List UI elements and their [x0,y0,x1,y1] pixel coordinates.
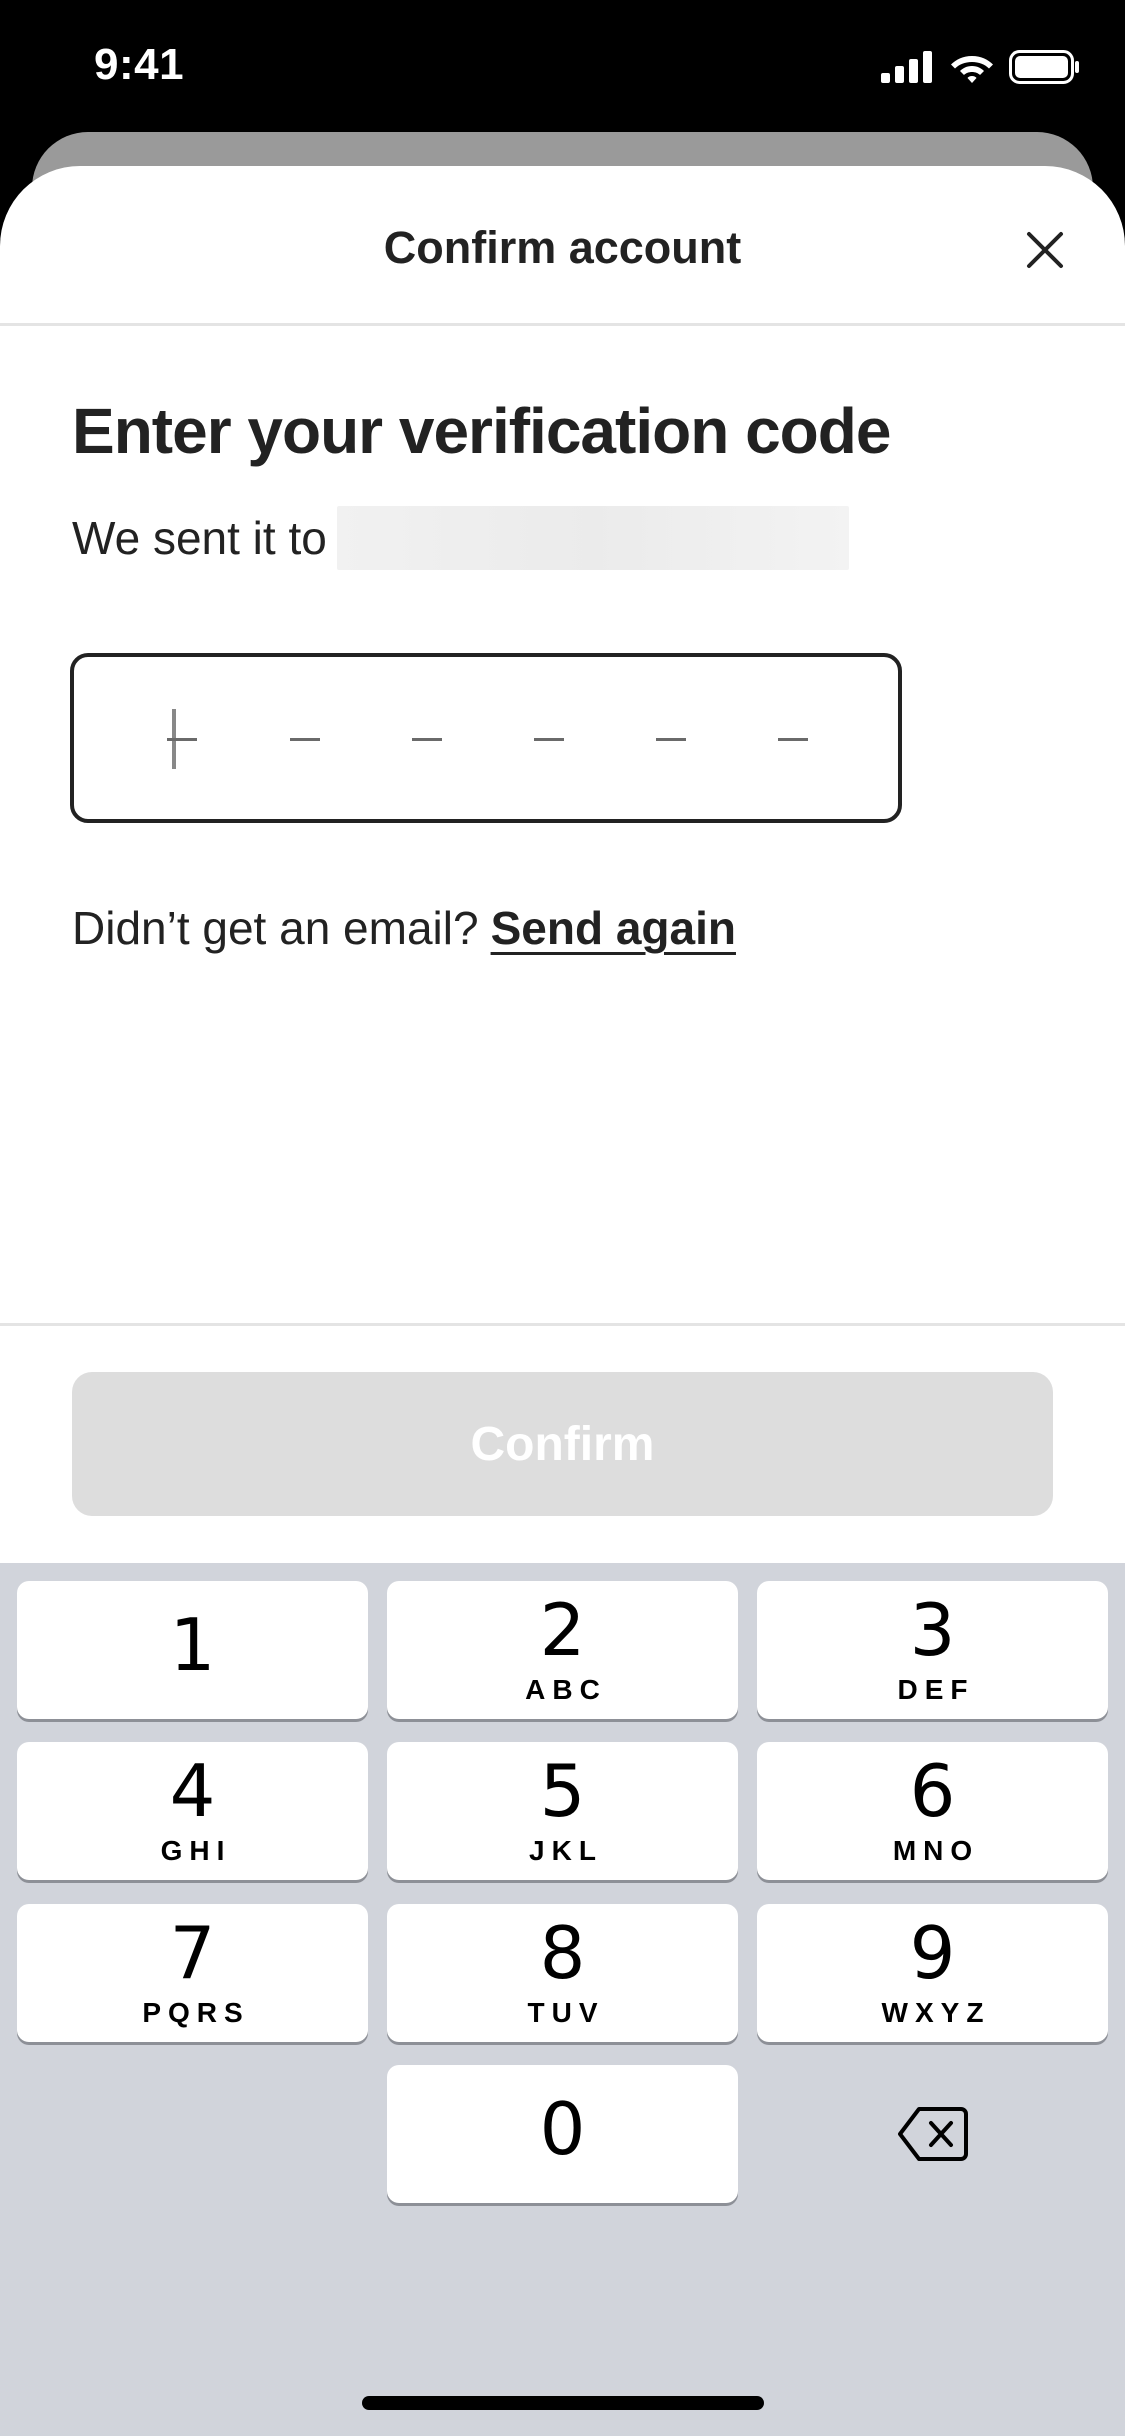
key-digit: 5 [539,1749,586,1833]
key-digit: 8 [539,1911,586,1995]
sheet-title: Confirm account [383,222,742,273]
resend-prompt: Didn’t get an email? [72,902,479,954]
numeric-keypad: 1 2 ABC 3 DEF 4 GHI 5 JKL 6 MNO 7 PQRS 8… [0,1563,1125,2436]
code-digit-slot [534,738,564,741]
key-letters: GHI [160,1835,232,1866]
sent-to-label: We sent it to [72,512,327,564]
delete-key[interactable] [757,2065,1108,2203]
key-8[interactable]: 8 TUV [387,1904,738,2042]
page-heading: Enter your verification code [72,395,891,467]
key-letters: PQRS [142,1997,250,2028]
footer-divider [0,1323,1125,1326]
sent-to-row: We sent it to [72,506,849,570]
key-digit: 1 [169,1603,216,1687]
redacted-email [336,506,849,570]
key-letters: DEF [897,1674,975,1705]
key-letters: TUV [527,1997,605,2028]
key-letters: WXYZ [881,1997,991,2028]
code-digit-slot [167,738,197,741]
key-5[interactable]: 5 JKL [387,1742,738,1880]
key-2[interactable]: 2 ABC [387,1581,738,1719]
verification-code-input[interactable] [70,653,902,823]
key-digit: 2 [539,1588,586,1672]
key-1[interactable]: 1 [17,1581,368,1719]
key-4[interactable]: 4 GHI [17,1742,368,1880]
resend-row: Didn’t get an email? Send again [72,901,736,955]
key-3[interactable]: 3 DEF [757,1581,1108,1719]
key-digit: 4 [169,1749,216,1833]
status-time: 9:41 [94,40,185,89]
key-digit: 6 [909,1749,956,1833]
key-digit: 0 [539,2087,586,2171]
key-digit: 7 [169,1911,216,1995]
key-letters: ABC [525,1674,607,1705]
wifi-icon [951,56,993,83]
cellular-signal-icon [881,51,932,83]
code-digit-slot [412,738,442,741]
key-letters: JKL [529,1835,603,1866]
key-0[interactable]: 0 [387,2065,738,2203]
battery-icon [1009,50,1079,84]
status-bar: 9:41 [0,0,1125,135]
sheet-header: Confirm account [0,166,1125,326]
confirm-button[interactable]: Confirm [72,1372,1053,1516]
status-icons [881,50,1081,84]
key-letters: MNO [892,1835,980,1866]
key-6[interactable]: 6 MNO [757,1742,1108,1880]
close-button[interactable] [1015,220,1075,280]
home-indicator [362,2396,764,2410]
key-7[interactable]: 7 PQRS [17,1904,368,2042]
code-digit-slot [778,738,808,741]
key-9[interactable]: 9 WXYZ [757,1904,1108,2042]
code-digit-slot [290,738,320,741]
key-digit: 3 [909,1588,956,1672]
key-digit: 9 [909,1911,956,1995]
close-icon [1027,232,1063,268]
send-again-link[interactable]: Send again [491,901,736,955]
code-digit-slot [656,738,686,741]
backspace-icon [897,2107,968,2161]
